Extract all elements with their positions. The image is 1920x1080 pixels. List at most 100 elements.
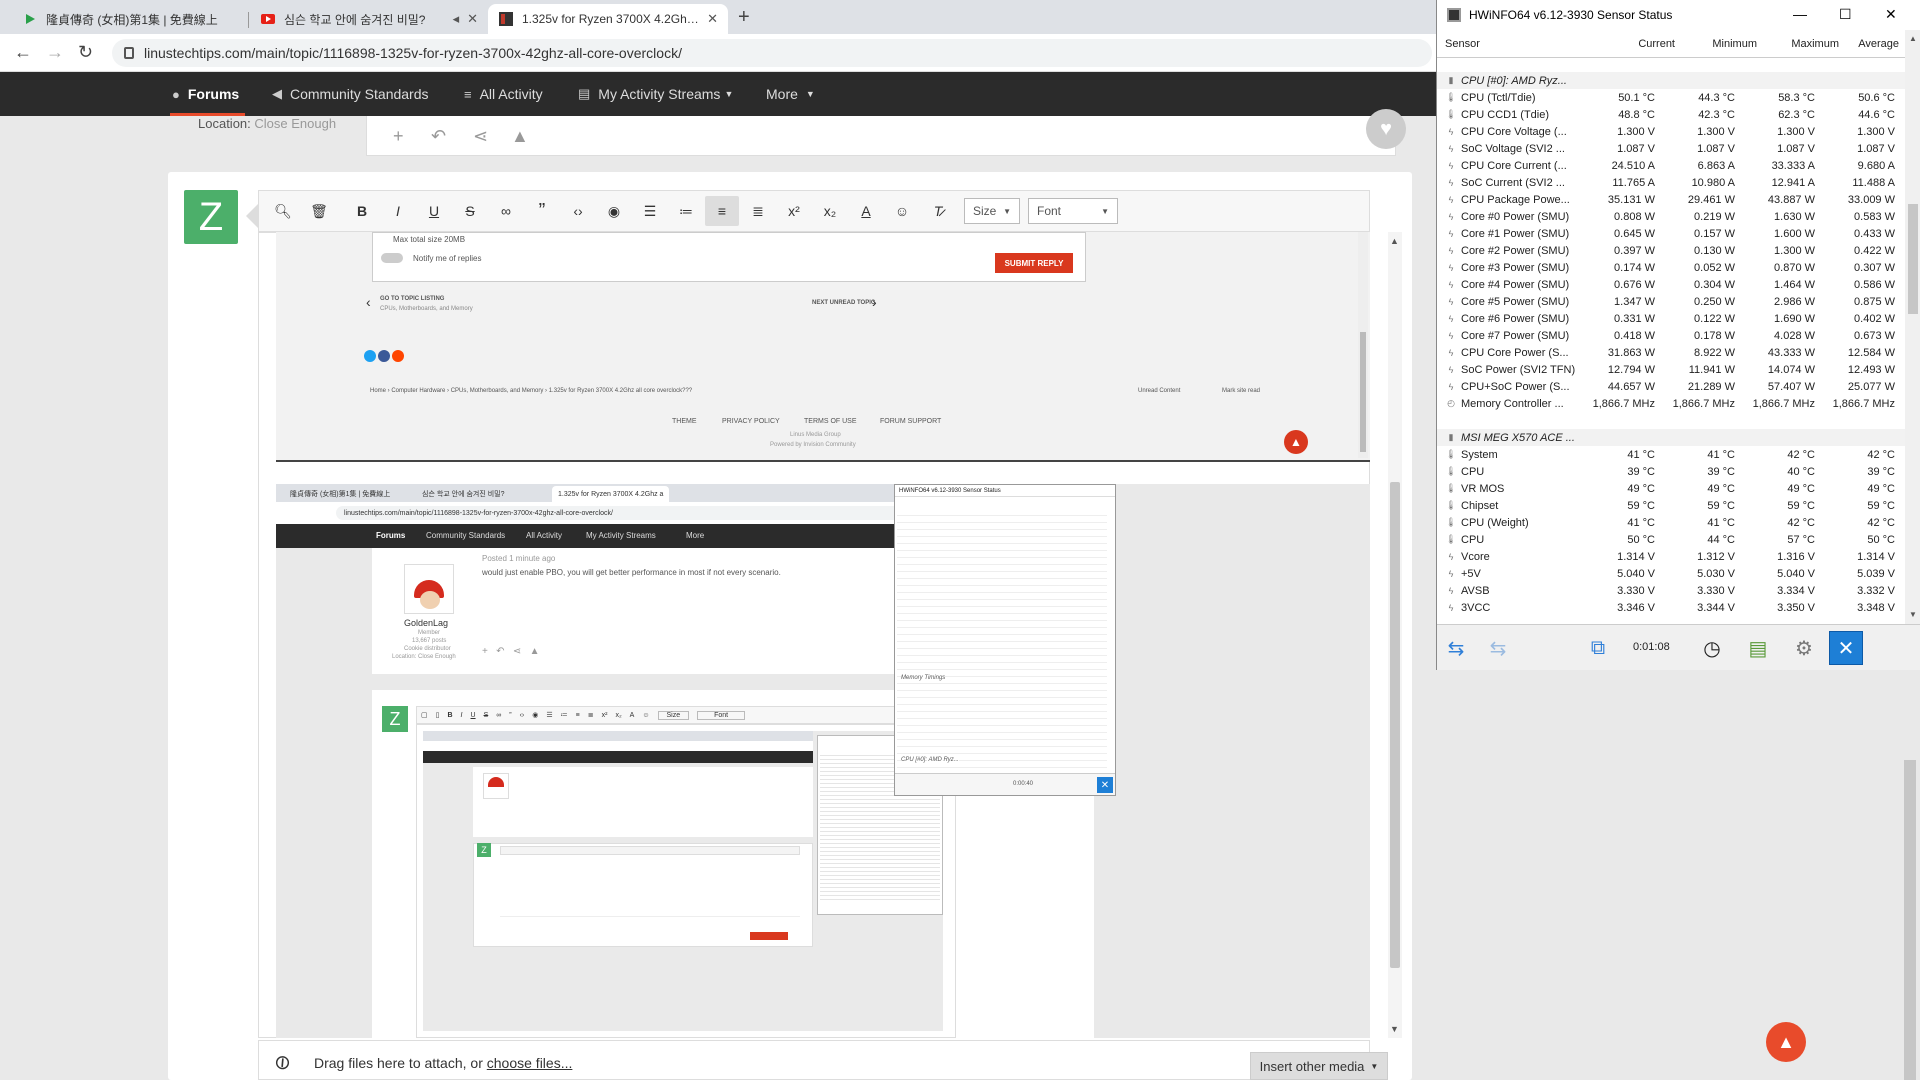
navigate-arrows-alt-icon[interactable]: ⇆ (1481, 631, 1515, 665)
browser-tab-1[interactable]: 隆貞傳奇 (女相)第1集 | 免費線上 (12, 4, 242, 34)
settings-gear-icon[interactable]: ⚙ (1787, 631, 1821, 665)
minimize-icon[interactable]: — (1793, 6, 1807, 22)
font-select[interactable]: Font ▼ (1028, 198, 1118, 224)
bold-icon[interactable]: B (345, 196, 379, 226)
page-scroll-thumb[interactable] (1904, 760, 1916, 1080)
insert-other-media-button[interactable]: Insert other media ▼ (1250, 1052, 1388, 1080)
preview-icon[interactable]: 🔍︎ (266, 196, 300, 226)
column-current[interactable]: Current (1605, 38, 1675, 50)
choose-files-link[interactable]: choose files... (487, 1055, 573, 1071)
align-left-icon[interactable]: ≡ (705, 196, 739, 226)
sensor-row[interactable]: ϟ Core #0 Power (SMU) 0.808 W 0.219 W 1.630 … (1437, 208, 1905, 225)
plus-icon[interactable]: + (393, 126, 404, 147)
sensor-row[interactable]: ϟ CPU+SoC Power (S... 44.657 W 21.289 W 57.4… (1437, 378, 1905, 395)
sensor-row[interactable]: ϟ +5V 5.040 V 5.030 V 5.040 V 5.039 V (1437, 565, 1905, 582)
sensor-row[interactable]: 🌡︎ CPU (Tctl/Tdie) 50.1 °C 44.3 °C 58.3 °C 50… (1437, 89, 1905, 106)
add-log-icon[interactable]: ▤ (1741, 631, 1775, 665)
sensor-row[interactable]: 🌡︎ Chipset 59 °C 59 °C 59 °C 59 °C (1437, 497, 1905, 514)
nav-community-standards[interactable]: ◀ Community Standards (272, 72, 429, 116)
sensor-row[interactable]: 🌡︎ CPU CCD1 (Tdie) 48.8 °C 42.3 °C 62.3 °C 44… (1437, 106, 1905, 123)
text-color-icon[interactable]: A (849, 196, 883, 226)
sensor-row[interactable]: ϟ Core #3 Power (SMU) 0.174 W 0.052 W 0.870 … (1437, 259, 1905, 276)
sensor-row[interactable]: ϟ CPU Core Current (... 24.510 A 6.863 A 33.… (1437, 157, 1905, 174)
sensor-row[interactable]: ϟ Vcore 1.314 V 1.312 V 1.316 V 1.314 V (1437, 548, 1905, 565)
sensor-row[interactable]: ϟ CPU Core Power (S... 31.863 W 8.922 W 43.3… (1437, 344, 1905, 361)
italic-icon[interactable]: I (381, 196, 415, 226)
forward-arrow-icon[interactable]: → (46, 42, 64, 63)
close-icon[interactable]: ✕ (707, 11, 718, 27)
nav-my-activity-streams[interactable]: ▤ My Activity Streams ▼ (578, 72, 733, 116)
scroll-up-arrow-icon[interactable]: ▲ (1909, 34, 1917, 43)
close-icon[interactable]: ✕ (1885, 6, 1897, 23)
sensor-row[interactable]: ϟ Core #5 Power (SMU) 1.347 W 0.250 W 2.986 … (1437, 293, 1905, 310)
column-maximum[interactable]: Maximum (1763, 38, 1839, 50)
url-field[interactable]: linustechtips.com/main/topic/1116898-132… (112, 39, 1432, 67)
sensor-row[interactable]: 🌡︎ CPU (Weight) 41 °C 41 °C 42 °C 42 °C (1437, 514, 1905, 531)
column-sensor[interactable]: Sensor (1445, 38, 1480, 50)
sensor-row[interactable]: ϟ Core #4 Power (SMU) 0.676 W 0.304 W 1.464 … (1437, 276, 1905, 293)
superscript-icon[interactable]: x² (777, 196, 811, 226)
sensor-row[interactable]: ϟ Core #1 Power (SMU) 0.645 W 0.157 W 1.600 … (1437, 225, 1905, 242)
trash-icon[interactable]: 🗑︎ (302, 196, 336, 226)
clock-icon[interactable]: ◷ (1695, 631, 1729, 665)
back-arrow-icon[interactable]: ← (14, 42, 32, 63)
network-icon[interactable]: ⧉ (1581, 631, 1615, 665)
sensor-row[interactable]: 🌡︎ VR MOS 49 °C 49 °C 49 °C 49 °C (1437, 480, 1905, 497)
subscript-icon[interactable]: x₂ (813, 196, 847, 226)
close-icon[interactable]: ✕ (467, 11, 478, 27)
emoji-icon[interactable]: ☺ (885, 196, 919, 226)
browser-tab-3[interactable]: 1.325v for Ryzen 3700X 4.2Ghz a ✕ (488, 4, 728, 34)
sensor-row[interactable]: ϟ CPU Package Powe... 35.131 W 29.461 W 43.8… (1437, 191, 1905, 208)
sensor-row[interactable]: ϟ Core #7 Power (SMU) 0.418 W 0.178 W 4.028 … (1437, 327, 1905, 344)
spoiler-eye-icon[interactable]: ◉ (597, 196, 631, 226)
sensor-row[interactable]: ϟ SoC Voltage (SVI2 ... 1.087 V 1.087 V 1.08… (1437, 140, 1905, 157)
scroll-down-arrow-icon[interactable]: ▼ (1909, 610, 1917, 619)
new-tab-button[interactable]: + (738, 6, 750, 29)
nav-all-activity[interactable]: ≡ All Activity (464, 72, 543, 116)
numbered-list-icon[interactable]: ≔ (669, 196, 703, 226)
browser-tab-2[interactable]: 심슨 학교 안에 숨겨진 비밀? ◂ ✕ (250, 4, 488, 34)
size-select[interactable]: Size ▼ (964, 198, 1020, 224)
hwinfo-sensor-list[interactable]: ▮ CPU [#0]: AMD Ryz... 🌡︎ CPU (Tctl/Tdie) 50… (1437, 72, 1905, 618)
sensor-row[interactable]: ϟ SoC Current (SVI2 ... 11.765 A 10.980 A 12… (1437, 174, 1905, 191)
sensor-row[interactable]: ϟ Core #6 Power (SMU) 0.331 W 0.122 W 1.690 … (1437, 310, 1905, 327)
sensor-row[interactable]: ϟ Core #2 Power (SMU) 0.397 W 0.130 W 1.300 … (1437, 242, 1905, 259)
strikethrough-icon[interactable]: S (453, 196, 487, 226)
speaker-icon[interactable]: ◂ (453, 11, 460, 27)
report-icon[interactable]: ▲ (511, 126, 529, 147)
align-center-icon[interactable]: ≣ (741, 196, 775, 226)
underline-icon[interactable]: U (417, 196, 451, 226)
reply-icon[interactable]: ↶ (431, 126, 446, 147)
navigate-arrows-icon[interactable]: ⇆ (1439, 631, 1473, 665)
maximize-icon[interactable]: ☐ (1839, 6, 1852, 23)
hwinfo-scrollbar[interactable]: ▲ ▼ (1905, 30, 1920, 624)
sensor-row[interactable]: 🌡︎ CPU 39 °C 39 °C 40 °C 39 °C (1437, 463, 1905, 480)
nav-more[interactable]: More ▼ (766, 72, 815, 116)
scroll-down-arrow-icon[interactable]: ▼ (1390, 1024, 1399, 1034)
quote-icon[interactable]: ” (525, 196, 559, 226)
like-heart-icon[interactable]: ♥ (1366, 109, 1406, 149)
hwinfo-scroll-thumb[interactable] (1908, 204, 1918, 314)
link-icon[interactable]: ∞ (489, 196, 523, 226)
sensor-row[interactable]: ϟ CPU Core Voltage (... 1.300 V 1.300 V 1.30… (1437, 123, 1905, 140)
scroll-to-top-icon[interactable]: ▲ (1766, 1022, 1806, 1062)
reload-icon[interactable]: ↻ (78, 42, 93, 63)
sensor-row[interactable]: 🌡︎ System 41 °C 41 °C 42 °C 42 °C (1437, 446, 1905, 463)
column-minimum[interactable]: Minimum (1685, 38, 1757, 50)
clear-format-icon[interactable]: T̷ (921, 196, 955, 226)
close-icon[interactable]: ✕ (1829, 631, 1863, 665)
sensor-row[interactable]: ◴ Memory Controller ... 1,866.7 MHz 1,866.7… (1437, 395, 1905, 412)
sensor-row[interactable]: ϟ AVSB 3.330 V 3.330 V 3.334 V 3.332 V (1437, 582, 1905, 599)
sensor-group-row[interactable]: ▮ CPU [#0]: AMD Ryz... (1437, 72, 1905, 89)
code-icon[interactable]: ‹› (561, 196, 595, 226)
editor-scroll-thumb[interactable] (1390, 482, 1400, 968)
sensor-group-row[interactable]: ▮ MSI MEG X570 ACE ... (1437, 429, 1905, 446)
nav-forums[interactable]: ● Forums (169, 72, 246, 116)
column-average[interactable]: Average (1841, 38, 1899, 50)
share-icon[interactable]: ⋖ (473, 126, 488, 147)
bullet-list-icon[interactable]: ☰ (633, 196, 667, 226)
scroll-up-arrow-icon[interactable]: ▲ (1390, 236, 1399, 246)
sensor-row[interactable]: ϟ 3VCC 3.346 V 3.344 V 3.350 V 3.348 V (1437, 599, 1905, 616)
sensor-row[interactable]: 🌡︎ CPU 50 °C 44 °C 57 °C 50 °C (1437, 531, 1905, 548)
sensor-row[interactable]: ϟ SoC Power (SVI2 TFN) 12.794 W 11.941 W 14.… (1437, 361, 1905, 378)
